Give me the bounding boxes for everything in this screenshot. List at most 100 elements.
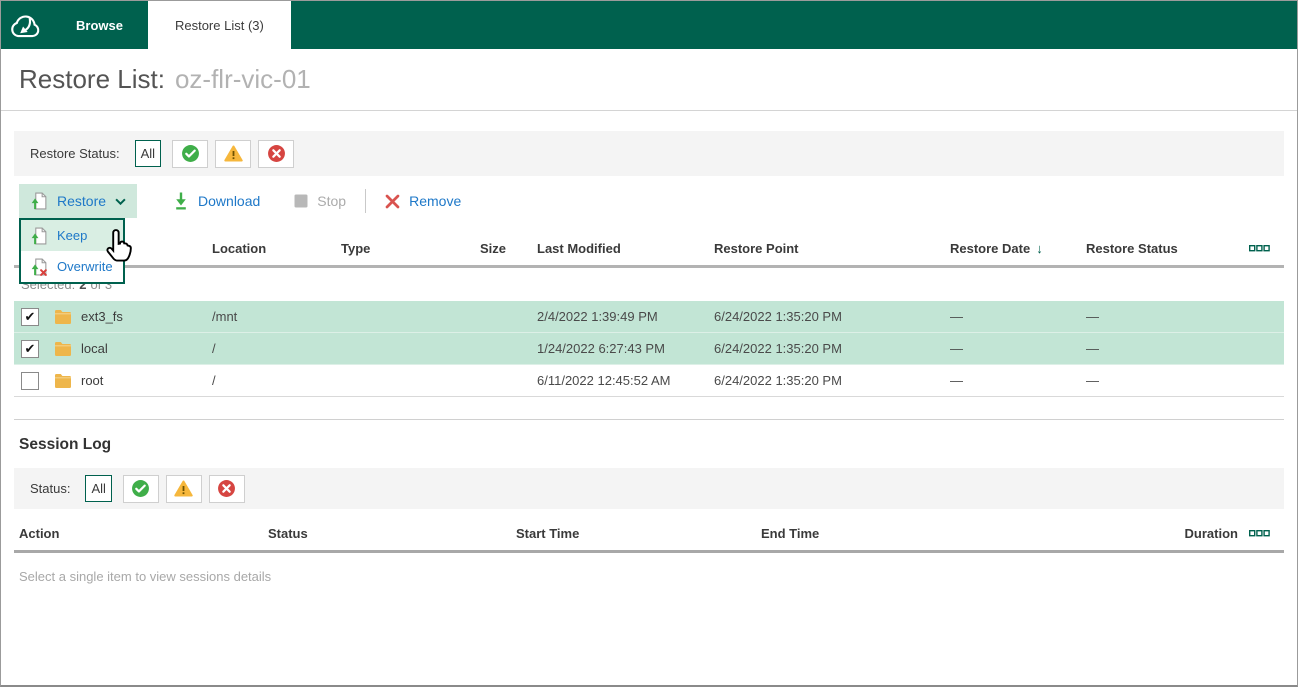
session-table-header: Action Status Start Time End Time Durati… [14,517,1284,553]
row-restore-status: — [1086,309,1099,324]
session-log-empty-message: Select a single item to view sessions de… [19,569,272,584]
session-status-label: Status: [30,481,71,496]
header-restore-status[interactable]: Restore Status [1086,241,1238,256]
header-restore-date-label: Restore Date [950,241,1031,256]
stop-icon [294,194,308,208]
restore-status-warning-filter-button[interactable] [215,139,252,168]
download-icon [176,192,186,210]
row-last-modified: 1/24/2022 6:27:43 PM [537,341,665,356]
remove-icon [385,194,400,208]
restore-status-all-label: All [140,146,156,161]
session-status-success-filter-button[interactable] [122,474,159,503]
top-bar: Browse Restore List (3) [1,1,1297,49]
header-status[interactable]: Status [268,526,516,541]
tab-restore-list[interactable]: Restore List (3) [147,1,291,49]
restore-keep-icon [31,227,47,244]
column-chooser-icon [1249,530,1270,537]
download-button[interactable]: Download [173,192,260,210]
row-restore-status: — [1086,341,1099,356]
error-circle-icon [267,145,285,162]
file-table-body: ✔ ext3_fs /mnt 2/4/2022 1:39:49 PM 6/24/… [14,301,1284,397]
file-table-header: Location Type Size Last Modified Restore… [14,232,1284,268]
page-title-machine-name: oz-flr-vic-01 [174,64,311,94]
tab-restore-list-label: Restore List (3) [174,17,264,33]
row-name: local [81,341,108,356]
remove-button[interactable]: Remove [385,193,461,209]
chevron-down-icon [115,198,126,205]
header-action[interactable]: Action [14,526,268,541]
restore-status-error-filter-button[interactable] [258,139,295,168]
page-title-prefix: Restore List: [19,64,165,94]
restore-button[interactable]: Restore [19,184,138,218]
menu-item-keep-label: Keep [57,228,88,243]
row-name: root [81,373,104,388]
toolbar: Restore Download Stop Remove Keep Overwr… [14,184,1284,284]
selected-summary: Selected: 2 of 3 [14,268,1284,301]
row-last-modified: 6/11/2022 12:45:52 AM [537,373,671,388]
row-location: / [212,373,216,388]
restore-overwrite-icon [31,258,47,276]
app-window: Browse Restore List (3) Restore List: oz… [0,0,1298,687]
header-size[interactable]: Size [441,241,506,256]
remove-button-label: Remove [409,193,462,209]
row-checkbox[interactable] [21,371,39,390]
warning-triangle-icon [174,480,194,497]
header-end-time[interactable]: End Time [761,526,1153,541]
tab-browse-label: Browse [76,17,123,33]
row-restore-point: 6/24/2022 1:35:20 PM [714,341,842,356]
download-button-label: Download [198,193,261,209]
session-status-all-label: All [91,481,106,496]
column-chooser-button[interactable] [1238,245,1284,252]
column-chooser-icon [1249,245,1270,252]
warning-triangle-icon [223,145,243,162]
row-restore-date: — [950,373,963,388]
check-circle-icon [132,480,150,497]
header-location[interactable]: Location [212,241,341,256]
row-name: ext3_fs [81,309,123,324]
row-restore-point: 6/24/2022 1:35:20 PM [714,373,842,388]
restore-status-all-button[interactable]: All [134,140,162,167]
session-status-warning-filter-button[interactable] [165,474,202,503]
toolbar-separator [365,189,367,213]
header-restore-point[interactable]: Restore Point [714,241,950,256]
folder-icon [55,374,71,388]
folder-icon [55,342,71,356]
session-status-all-button[interactable]: All [85,475,112,502]
session-column-chooser-button[interactable] [1238,530,1284,537]
restore-status-label: Restore Status: [30,146,120,161]
row-restore-status: — [1086,373,1099,388]
check-circle-icon [181,145,199,162]
header-start-time[interactable]: Start Time [516,526,761,541]
sort-desc-icon: ↓ [1036,241,1043,256]
row-checkbox[interactable]: ✔ [21,307,39,326]
row-restore-point: 6/24/2022 1:35:20 PM [714,309,842,324]
folder-icon [55,310,71,324]
table-row[interactable]: ✔ local / 1/24/2022 6:27:43 PM 6/24/2022… [14,333,1284,365]
session-status-error-filter-button[interactable] [208,474,245,503]
section-divider [14,419,1284,420]
table-row[interactable]: ✔ ext3_fs /mnt 2/4/2022 1:39:49 PM 6/24/… [14,301,1284,333]
row-location: /mnt [212,309,238,324]
row-restore-date: — [950,309,963,324]
stop-button-label: Stop [317,193,347,209]
table-row[interactable]: root / 6/11/2022 12:45:52 AM 6/24/2022 1… [14,365,1284,397]
row-restore-date: — [950,341,963,356]
error-circle-icon [218,480,236,497]
header-last-modified[interactable]: Last Modified [537,241,714,256]
header-restore-date[interactable]: Restore Date ↓ [950,241,1086,256]
restore-status-filter-bar: Restore Status: All [14,131,1284,176]
restore-keep-icon [31,192,47,210]
row-last-modified: 2/4/2022 1:39:49 PM [537,309,658,324]
session-log-title: Session Log [19,436,112,453]
tab-browse[interactable]: Browse [51,1,148,49]
header-type[interactable]: Type [341,241,441,256]
restore-status-success-filter-button[interactable] [172,139,209,168]
stop-button[interactable]: Stop [294,193,346,209]
session-status-filter-bar: Status: All [14,468,1284,509]
header-duration[interactable]: Duration [1153,526,1238,541]
restore-dropdown-menu: Keep Overwrite [19,218,132,284]
row-location: / [212,341,216,356]
row-checkbox[interactable]: ✔ [21,339,39,358]
app-logo [1,1,51,49]
restore-button-label: Restore [57,193,107,209]
